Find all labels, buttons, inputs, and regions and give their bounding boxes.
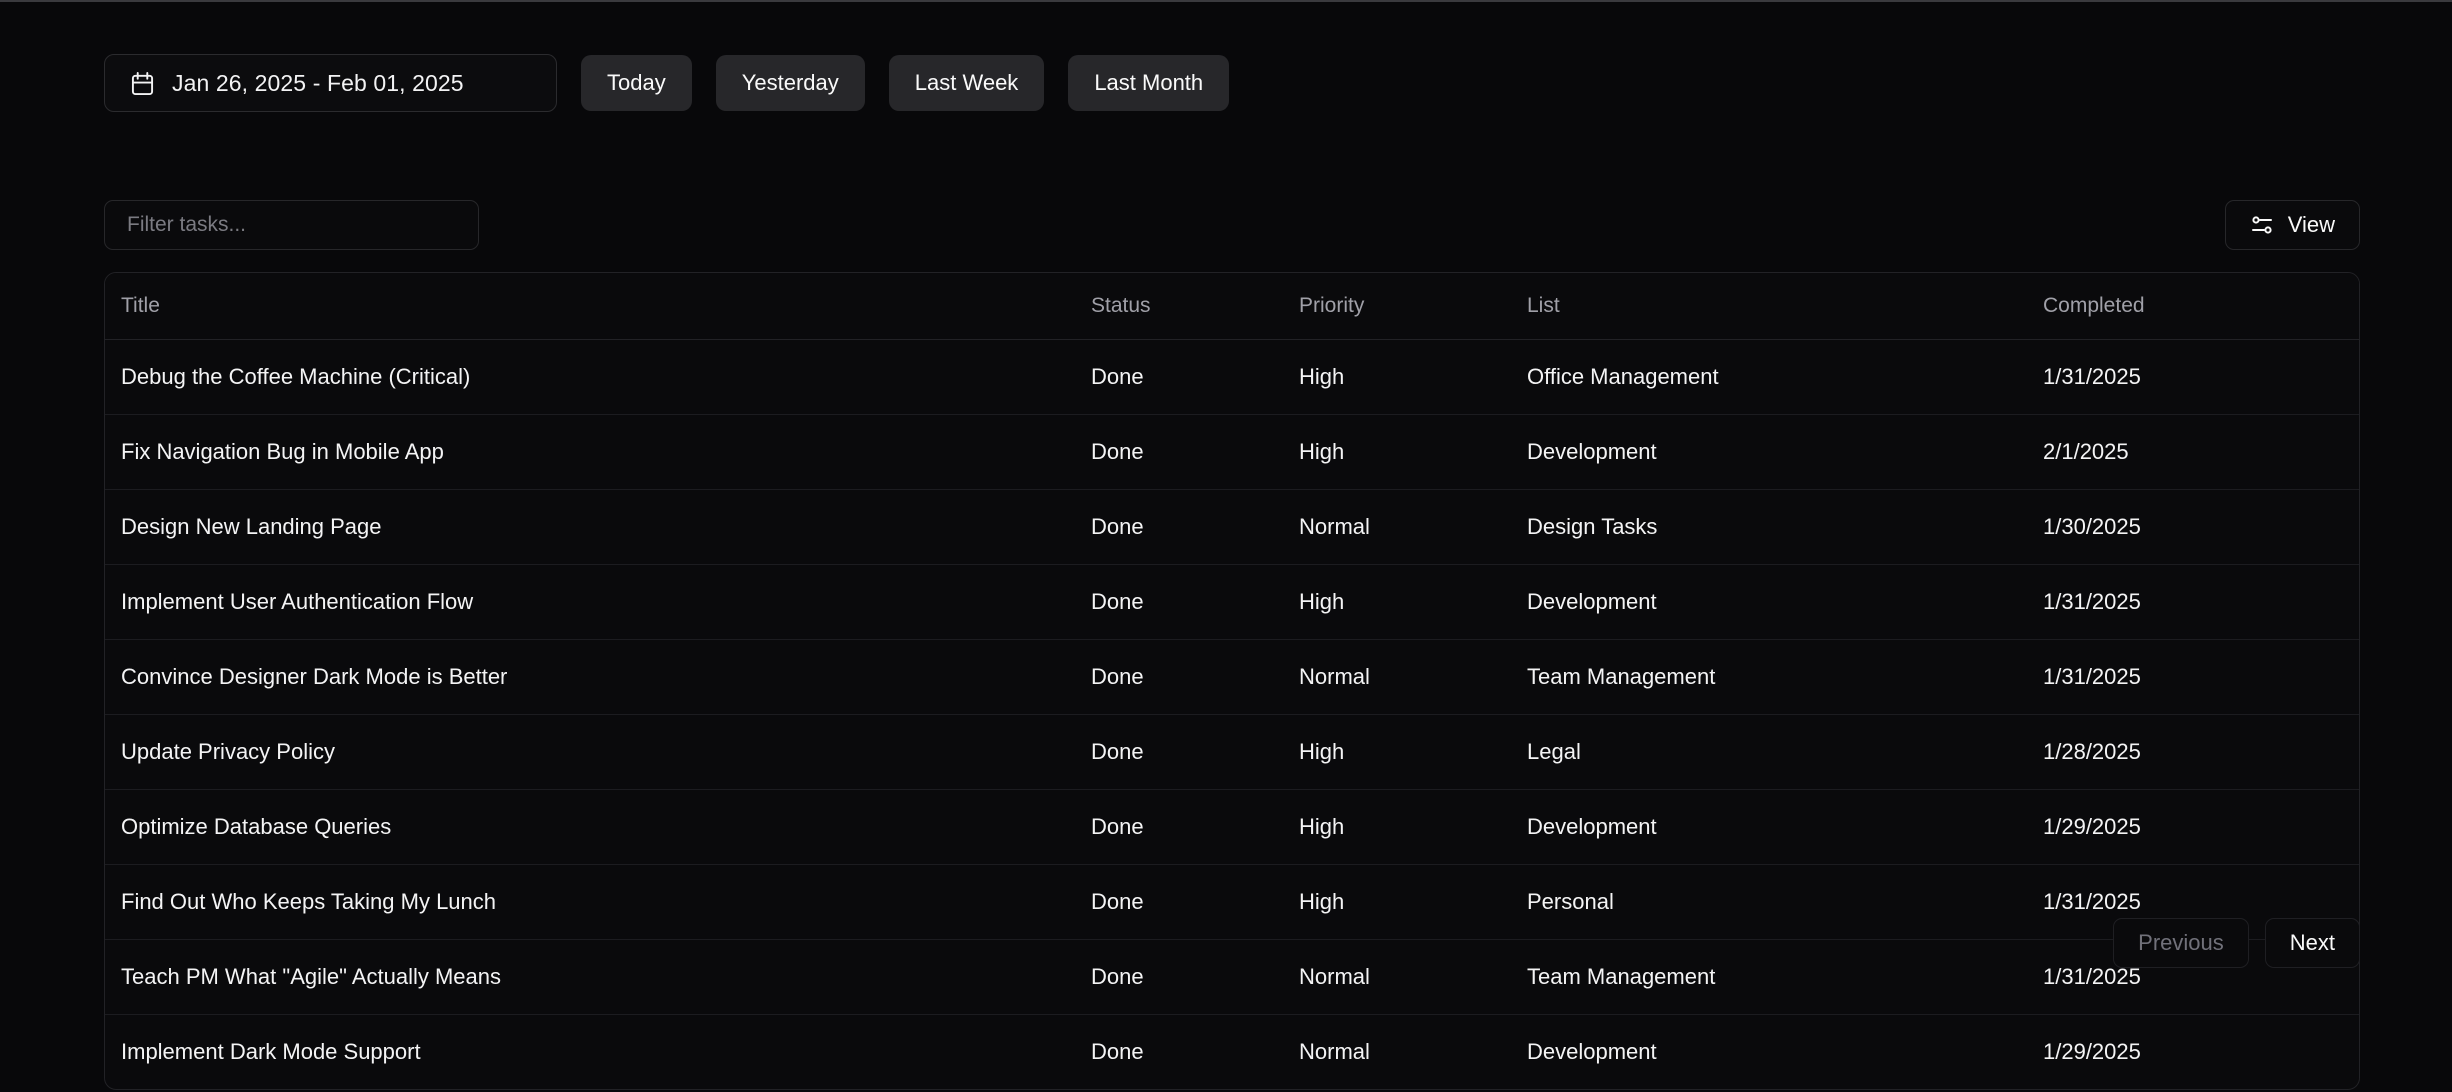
cell-status: Done xyxy=(1091,789,1299,865)
cell-completed: 1/30/2025 xyxy=(2043,489,2359,565)
date-range-label: Jan 26, 2025 - Feb 01, 2025 xyxy=(172,69,464,96)
cell-list: Legal xyxy=(1527,714,2043,790)
cell-title: Fix Navigation Bug in Mobile App xyxy=(105,414,1091,490)
cell-priority: Normal xyxy=(1299,939,1527,1015)
cell-status: Done xyxy=(1091,414,1299,490)
filter-tasks-input[interactable] xyxy=(104,200,479,250)
cell-status: Done xyxy=(1091,1039,1144,1064)
cell-priority: Normal xyxy=(1299,1039,1370,1064)
table-row[interactable]: Optimize Database Queries Done High Develop… xyxy=(105,789,2359,865)
cell-status: Done xyxy=(1091,339,1299,415)
view-button-label: View xyxy=(2287,212,2335,237)
cell-priority: High xyxy=(1299,414,1527,490)
task-dashboard: Jan 26, 2025 - Feb 01, 2025 Today Yester… xyxy=(0,0,2452,1092)
cell-list: Development xyxy=(1527,1039,1657,1064)
table-row[interactable]: Design New Landing Page Done Normal Design … xyxy=(105,489,2359,565)
sliders-icon xyxy=(2250,213,2274,237)
cell-list: Development xyxy=(1527,414,2043,490)
quick-range-yesterday[interactable]: Yesterday xyxy=(715,55,865,111)
cell-priority: High xyxy=(1299,864,1527,940)
cell-priority: High xyxy=(1299,339,1527,415)
table-row[interactable]: Convince Designer Dark Mode is Better Don… xyxy=(105,639,2359,715)
cell-list: Development xyxy=(1527,564,2043,640)
cell-status: Done xyxy=(1091,864,1299,940)
cell-list: Design Tasks xyxy=(1527,489,2043,565)
column-header-status[interactable]: Status xyxy=(1091,273,1299,340)
cell-title: Implement Dark Mode Support xyxy=(121,1039,421,1064)
cell-title: Debug the Coffee Machine (Critical) xyxy=(105,339,1091,415)
cell-status: Done xyxy=(1091,489,1299,565)
table-row[interactable]: Fix Navigation Bug in Mobile App Done High… xyxy=(105,414,2359,490)
cell-title: Convince Designer Dark Mode is Better xyxy=(105,639,1091,715)
previous-page-button[interactable]: Previous xyxy=(2113,918,2249,968)
table-row[interactable]: Find Out Who Keeps Taking My Lunch Done Hi… xyxy=(105,864,2359,940)
cell-title: Design New Landing Page xyxy=(105,489,1091,565)
table-header-row: Title Status Priority List Completed xyxy=(105,273,2359,340)
column-header-title[interactable]: Title xyxy=(105,273,1091,340)
cell-status: Done xyxy=(1091,639,1299,715)
table-row[interactable]: Update Privacy Policy Done High Legal 1/28/2… xyxy=(105,714,2359,790)
cell-list: Development xyxy=(1527,789,2043,865)
table-row[interactable]: Teach PM What "Agile" Actually Means Done… xyxy=(105,939,2359,1015)
cell-title: Find Out Who Keeps Taking My Lunch xyxy=(105,864,1091,940)
cell-completed: 1/31/2025 xyxy=(2043,564,2359,640)
table-row[interactable]: Implement Dark Mode Support Done Normal Dev… xyxy=(105,1015,2359,1090)
column-header-completed[interactable]: Completed xyxy=(2043,273,2359,340)
cell-completed: 1/29/2025 xyxy=(2043,789,2359,865)
cell-title: Optimize Database Queries xyxy=(105,789,1091,865)
pagination: Previous Next xyxy=(2113,918,2360,968)
cell-list: Personal xyxy=(1527,864,2043,940)
cell-status: Done xyxy=(1091,714,1299,790)
cell-title: Update Privacy Policy xyxy=(105,714,1091,790)
table-row[interactable]: Implement User Authentication Flow Done Hi… xyxy=(105,564,2359,640)
date-range-picker[interactable]: Jan 26, 2025 - Feb 01, 2025 xyxy=(104,54,557,112)
quick-range-last-week[interactable]: Last Week xyxy=(888,55,1045,111)
cell-list: Team Management xyxy=(1527,639,2043,715)
cell-title: Implement User Authentication Flow xyxy=(105,564,1091,640)
table-row[interactable]: Debug the Coffee Machine (Critical) Done H… xyxy=(105,339,2359,415)
cell-completed: 1/31/2025 xyxy=(2043,339,2359,415)
cell-list: Office Management xyxy=(1527,339,2043,415)
cell-priority: Normal xyxy=(1299,639,1527,715)
next-page-button[interactable]: Next xyxy=(2264,918,2360,968)
cell-status: Done xyxy=(1091,564,1299,640)
cell-priority: High xyxy=(1299,789,1527,865)
column-header-list[interactable]: List xyxy=(1527,273,2043,340)
tasks-table: Title Status Priority List Completed Deb… xyxy=(104,272,2360,1090)
cell-priority: High xyxy=(1299,564,1527,640)
view-options-button[interactable]: View xyxy=(2224,200,2360,250)
cell-completed: 1/31/2025 xyxy=(2043,639,2359,715)
filter-toolbar: View xyxy=(104,200,2360,250)
cell-completed: 1/29/2025 xyxy=(2043,1039,2141,1064)
cell-priority: High xyxy=(1299,714,1527,790)
cell-priority: Normal xyxy=(1299,489,1527,565)
quick-range-last-month[interactable]: Last Month xyxy=(1068,55,1230,111)
date-toolbar: Jan 26, 2025 - Feb 01, 2025 Today Yester… xyxy=(104,54,1230,112)
cell-status: Done xyxy=(1091,939,1299,1015)
cell-list: Team Management xyxy=(1527,939,2043,1015)
cell-completed: 1/28/2025 xyxy=(2043,714,2359,790)
calendar-icon xyxy=(131,71,154,96)
cell-title: Teach PM What "Agile" Actually Means xyxy=(105,939,1091,1015)
quick-range-today[interactable]: Today xyxy=(581,55,692,111)
column-header-priority[interactable]: Priority xyxy=(1299,273,1527,340)
cell-completed: 2/1/2025 xyxy=(2043,414,2359,490)
